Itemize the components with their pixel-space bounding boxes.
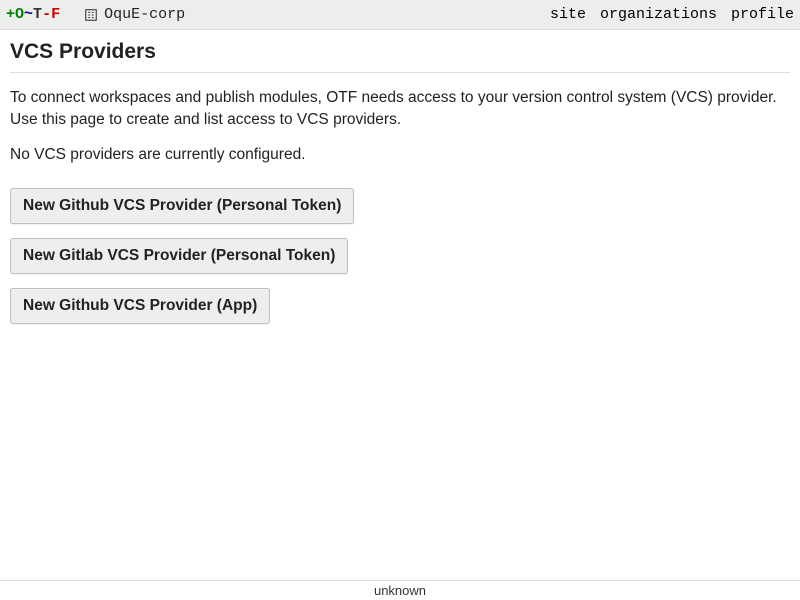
- logo-char: T: [33, 6, 42, 23]
- empty-state-message: No VCS providers are currently configure…: [10, 146, 790, 164]
- page-title: VCS Providers: [10, 40, 790, 73]
- building-icon: [84, 8, 98, 22]
- logo-char: +: [6, 6, 15, 23]
- footer: unknown: [0, 580, 800, 600]
- version-label: unknown: [374, 583, 426, 598]
- new-gitlab-token-button[interactable]: New Gitlab VCS Provider (Personal Token): [10, 238, 348, 274]
- new-github-token-button[interactable]: New Github VCS Provider (Personal Token): [10, 188, 354, 224]
- nav-site[interactable]: site: [550, 6, 586, 23]
- logo-char: O: [15, 6, 24, 23]
- org-selector[interactable]: OquE-corp: [84, 6, 185, 23]
- header-bar: +O~T-F OquE-corp site organizations prof…: [0, 0, 800, 30]
- logo-char: F: [51, 6, 60, 23]
- logo-char: ~: [24, 6, 33, 23]
- top-nav: site organizations profile: [550, 6, 794, 23]
- new-github-app-button[interactable]: New Github VCS Provider (App): [10, 288, 270, 324]
- main-content: VCS Providers To connect workspaces and …: [0, 30, 800, 580]
- page-description: To connect workspaces and publish module…: [10, 87, 790, 132]
- nav-organizations[interactable]: organizations: [600, 6, 717, 23]
- nav-profile[interactable]: profile: [731, 6, 794, 23]
- org-name: OquE-corp: [104, 6, 185, 23]
- app-logo[interactable]: +O~T-F: [6, 6, 60, 23]
- logo-char: -: [42, 6, 51, 23]
